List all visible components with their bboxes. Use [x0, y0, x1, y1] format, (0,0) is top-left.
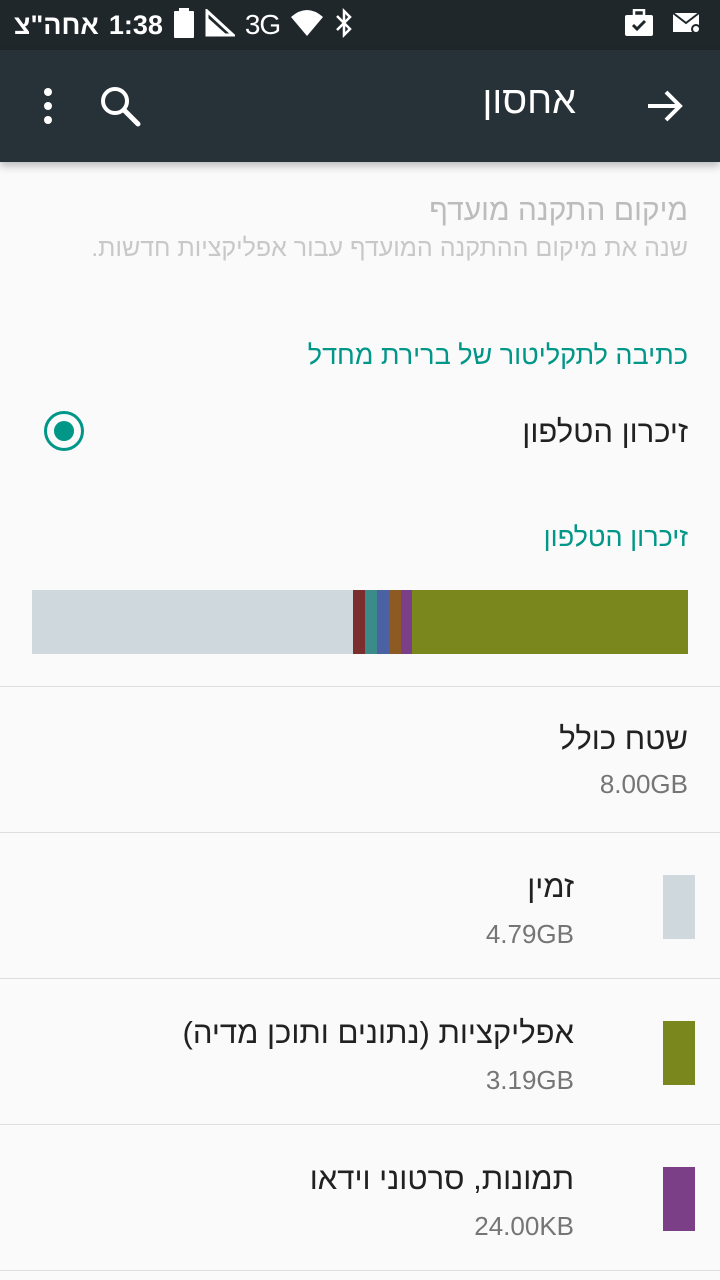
preferred-install-summary: שנה את מיקום ההתקנה המועדף עבור אפליקציו…	[91, 234, 688, 262]
usage-segment-pictures	[400, 590, 413, 654]
storage-item-available[interactable]: זמין 4.79GB	[0, 833, 720, 977]
storage-item-title: זמין	[527, 869, 574, 904]
status-bar-left: אחה"צ 1:38 3G	[14, 0, 354, 50]
usage-segment-available	[32, 590, 354, 654]
app-toolbar: אחסון	[0, 50, 720, 162]
storage-item-value: 3.19GB	[485, 1065, 574, 1095]
phone-storage-option[interactable]: זיכרון הטלפון	[0, 396, 720, 470]
color-swatch	[663, 1167, 695, 1231]
bluetooth-icon	[334, 7, 354, 42]
usage-segment-misc-2	[365, 590, 378, 654]
total-space-value: 8.00GB	[599, 769, 688, 799]
divider	[0, 1270, 720, 1271]
battery-icon	[173, 8, 195, 42]
storage-item-title: אפליקציות (נתונים ותוכן מדיה)	[182, 1015, 575, 1050]
wifi-icon	[290, 9, 324, 41]
back-arrow-icon[interactable]	[644, 86, 684, 126]
preferred-install-location-pref[interactable]: מיקום התקנה מועדף שנה את מיקום ההתקנה המ…	[8, 194, 688, 263]
status-time: 1:38	[108, 9, 163, 40]
write-section-header: כתיבה לתקליטור של ברירת מחדל	[307, 340, 688, 370]
page-title: אחסון	[482, 80, 576, 122]
color-swatch	[663, 875, 695, 939]
phone-storage-header: זיכרון הטלפון	[543, 522, 688, 552]
preferred-install-title: מיקום התקנה מועדף	[429, 194, 688, 227]
more-vert-icon[interactable]	[40, 86, 56, 126]
storage-item-apps[interactable]: אפליקציות (נתונים ותוכן מדיה) 3.19GB	[0, 979, 720, 1123]
color-swatch	[663, 1021, 695, 1085]
total-space-title: שטח כולל	[559, 721, 688, 756]
status-bar: אחה"צ 1:38 3G	[0, 0, 720, 50]
radio-button-selected[interactable]	[44, 411, 84, 451]
phone-storage-option-label: זיכרון הטלפון	[522, 414, 688, 449]
usage-segment-misc-1	[353, 590, 366, 654]
status-bar-right	[624, 0, 702, 50]
search-icon[interactable]	[98, 84, 142, 128]
usage-segment-misc-4	[388, 590, 401, 654]
usage-segment-misc-3	[377, 590, 389, 654]
storage-usage-bar	[32, 590, 688, 654]
status-period: אחה"צ	[14, 9, 99, 40]
mail-settings-icon	[672, 11, 702, 39]
storage-item-value: 4.79GB	[485, 919, 574, 949]
network-type: 3G	[244, 9, 281, 40]
storage-item-pictures[interactable]: תמונות, סרטוני וידאו 24.00KB	[0, 1125, 720, 1269]
total-space-row: שטח כולל 8.00GB	[0, 687, 720, 831]
storage-item-title: תמונות, סרטוני וידאו	[309, 1161, 574, 1196]
briefcase-check-icon	[624, 8, 654, 41]
storage-item-value: 24.00KB	[474, 1211, 574, 1241]
usage-segment-apps	[412, 590, 688, 654]
signal-icon	[205, 7, 237, 41]
